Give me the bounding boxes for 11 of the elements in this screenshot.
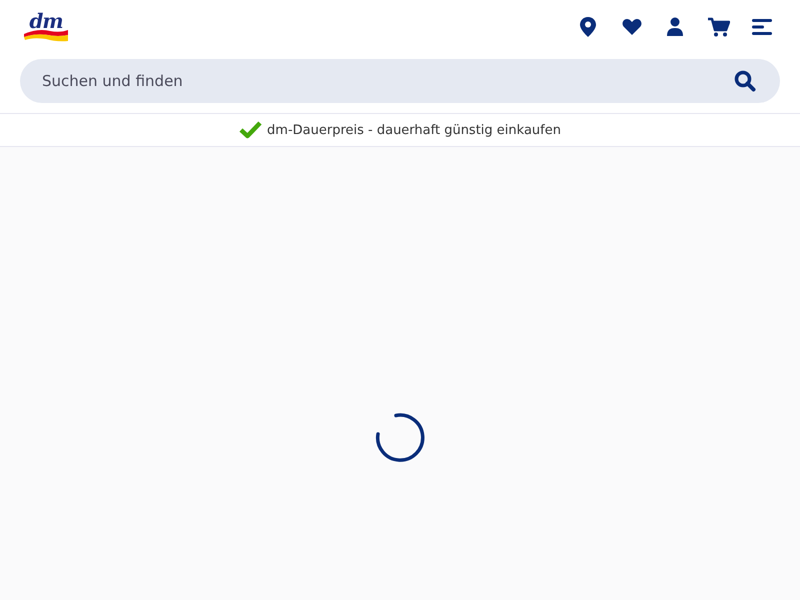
search-field[interactable]: Suchen und finden (42, 72, 734, 90)
logo[interactable]: dm (24, 12, 68, 42)
search-bar[interactable]: Suchen und finden (20, 59, 780, 103)
location-icon[interactable] (579, 16, 598, 38)
check-icon (239, 121, 262, 139)
person-icon[interactable] (666, 17, 684, 37)
banner-text: dm-Dauerpreis - dauerhaft günstig einkaufen (267, 122, 561, 138)
menu-icon[interactable] (752, 19, 772, 35)
heart-icon[interactable] (622, 18, 642, 36)
search-icon[interactable] (734, 70, 756, 92)
cart-icon[interactable] (708, 17, 730, 37)
